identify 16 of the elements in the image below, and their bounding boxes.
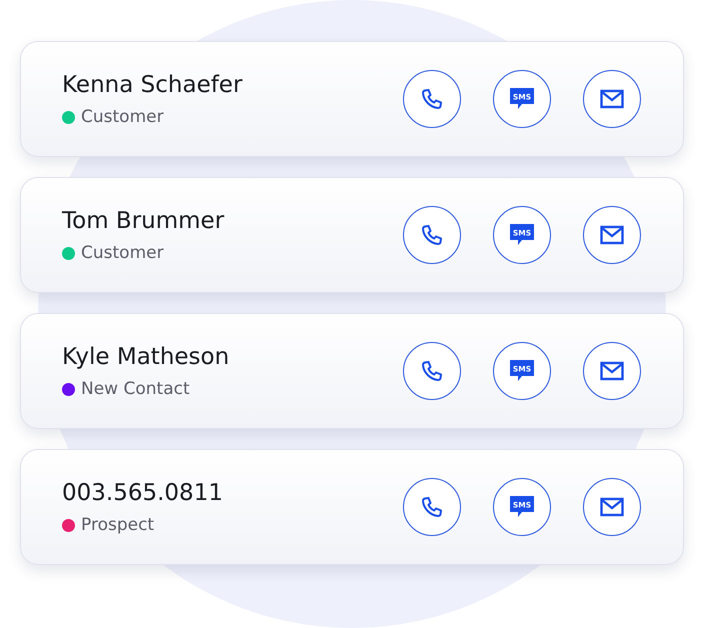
status-label: Prospect <box>81 514 154 536</box>
contact-name: 003.565.0811 <box>62 479 224 508</box>
envelope-icon <box>600 225 624 245</box>
status-label: New Contact <box>81 378 190 400</box>
contact-name: Tom Brummer <box>62 207 226 236</box>
contact-name: Kenna Schaefer <box>62 71 244 100</box>
status-label: Customer <box>81 106 164 128</box>
phone-icon <box>420 223 444 247</box>
contact-name: Kyle Matheson <box>62 343 230 372</box>
envelope-icon <box>600 497 624 517</box>
phone-icon <box>420 359 444 383</box>
status-label: Customer <box>81 242 164 264</box>
phone-icon <box>420 87 444 111</box>
envelope-icon <box>600 361 624 381</box>
phone-icon <box>420 495 444 519</box>
envelope-icon <box>600 89 624 109</box>
